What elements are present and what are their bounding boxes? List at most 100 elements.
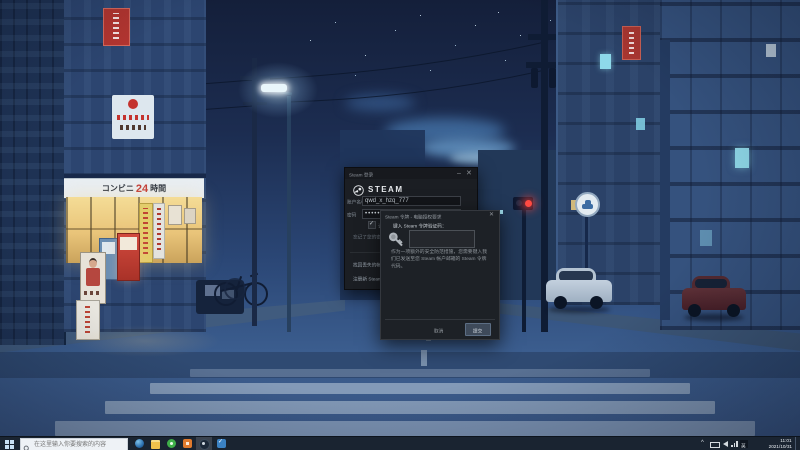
red-circle-logo [128,99,138,109]
car-wheel [590,296,603,309]
steam-guard-dialog: Steam 令牌 - 电脑授权要求 ✕ 键入 Steam 令牌验证码： 作为一项… [380,210,500,340]
sign-car-glyph [582,204,593,209]
crosswalk-stripe [105,401,715,414]
store-sign-24: 24 [135,182,149,195]
start-button[interactable] [5,440,14,449]
checkmark-icon: ✓ [369,221,375,227]
search-input[interactable] [32,439,128,450]
sign-glyphs [120,125,146,130]
left-building-far [0,0,66,345]
store-glow [70,325,220,357]
battery-nub [719,444,720,446]
desktop: コンビニ 24 時間 Steam 登录 – ✕ STEAM 账户名称 qwd_x… [0,0,800,450]
crosswalk-stripe [150,383,690,394]
check-glyph: ✓ [218,439,224,445]
store-sign-text: 時間 [150,184,167,193]
store-poster [184,208,196,224]
speaker-icon[interactable] [723,441,728,447]
tray-expand-caret[interactable]: ^ [701,440,704,446]
clock-date: 2021/10/31 [768,444,792,450]
taskbar-search-box[interactable] [20,438,128,450]
windows-logo-icon [5,440,9,444]
ime-label: 英 [741,444,746,450]
minimize-button[interactable]: – [457,170,461,177]
stairwell [660,40,670,320]
pole-transformer [549,68,556,88]
parked-car-red [682,276,746,321]
poster-face [89,258,97,268]
key-icon [387,230,406,250]
steam-piston [202,442,205,445]
lit-window-cyan [600,54,611,69]
lane-dash [421,350,427,366]
bakery-sign [112,95,154,139]
windows-logo-icon [10,440,14,444]
signal-bar [731,445,733,447]
guard-title-bar[interactable]: Steam 令牌 - 电脑授权要求 ✕ [381,211,499,220]
vending-machine-red [117,233,140,281]
show-desktop-button[interactable] [795,437,800,450]
parked-car-white [546,268,612,314]
crosswalk-stripe [55,421,755,436]
sign-glyphs [113,13,119,39]
taskbar-icon-wegame[interactable] [164,437,179,450]
windows-logo-icon [5,445,9,449]
signal-bar [736,441,738,447]
taskbar-icon-game-launcher[interactable] [180,437,195,450]
app-dot [170,442,173,445]
taskbar-clock[interactable]: 11:01 2021/10/31 [750,438,792,450]
car-wheel [554,296,567,309]
password-label: 密码 [347,213,357,219]
bike-wheel [224,278,246,300]
streetlight-pole [287,96,291,332]
windows-logo-icon [10,445,14,449]
crosswalk-stripe [190,369,650,377]
blue-app-icon: ✓ [217,439,226,448]
submit-button[interactable]: 提交 [465,323,491,336]
close-button[interactable]: ✕ [466,170,472,177]
account-input[interactable] [362,196,461,206]
search-icon [23,440,31,450]
taskbar: ✓ ^ 英 11:01 2021/10/31 [0,436,800,450]
car-wheel [688,304,701,317]
close-icon[interactable]: ✕ [489,212,494,219]
right-building-near [556,0,662,305]
remember-checkbox[interactable]: ✓ [368,221,376,229]
pole-transformer [531,68,538,88]
battery-icon[interactable] [710,442,720,448]
lit-window-cyan [636,118,645,130]
poster-glyphs [84,291,102,295]
traffic-light-pole [522,210,526,332]
taskbar-icon-steam[interactable] [196,437,212,450]
poster-body [86,268,100,286]
taskbar-icon-messenger[interactable]: ✓ [214,437,229,450]
distant-lit-window [500,210,503,214]
traffic-light-red-lamp [525,200,532,207]
cancel-button[interactable]: 取消 [434,327,443,334]
lit-window-cyan [735,148,749,168]
red-vertical-sign [622,26,641,60]
steam-logo-icon [353,183,364,196]
guard-divider [385,319,495,320]
ime-indicator[interactable]: 英 [740,440,748,450]
traffic-light-off-lamp [516,200,522,206]
store-sign-text: コンビニ [101,184,134,193]
car-windows [695,279,727,288]
store-sign-band: コンビニ 24 時間 [64,178,204,198]
bicycles [212,252,272,306]
guard-prompt: 键入 Steam 令牌验证码： [393,224,447,230]
app-dot [186,442,189,445]
network-icon[interactable] [731,440,738,447]
login-title-bar[interactable]: Steam 登录 – ✕ [345,168,477,179]
banner-glyphs [143,208,148,254]
lit-window-white [766,44,776,57]
taskbar-icon-browser[interactable] [132,437,147,450]
road-sign-disc [575,192,600,217]
taskbar-icon-file-explorer[interactable] [148,437,163,450]
store-shelf-line [66,228,202,230]
clock-time: 11:01 [780,438,792,444]
guard-code-input[interactable] [409,230,475,248]
folder-icon [151,440,160,449]
login-title: Steam 登录 [349,173,374,179]
vending-panel [120,237,137,250]
